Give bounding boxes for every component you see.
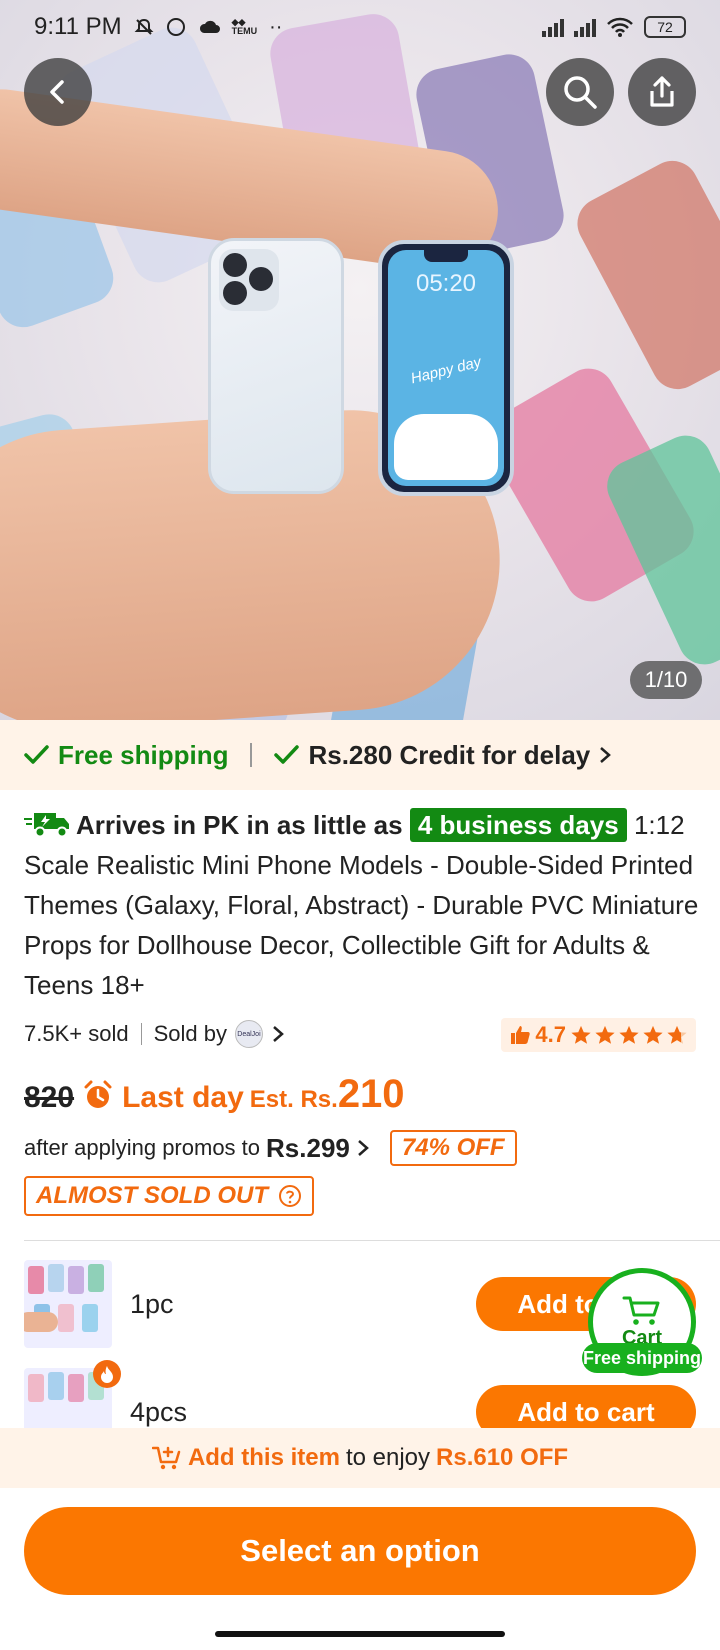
mute-bell-icon [134, 18, 154, 35]
divider [140, 1023, 142, 1045]
status-time: 9:11 PM [34, 13, 122, 40]
arrives-text: Arrives in PK in as little as [76, 810, 403, 840]
estimated-price: 210 [337, 1072, 405, 1116]
delay-credit-link[interactable]: Rs.280 Credit for delay [274, 740, 612, 771]
hot-badge [93, 1360, 121, 1388]
background-decor [568, 151, 720, 399]
bundle-offer-banner[interactable]: Add this item to enjoy Rs.610 OFF [0, 1428, 720, 1488]
bundle-middle-text: to enjoy [345, 1444, 431, 1471]
image-counter: 1/10 [630, 661, 702, 699]
price-row: 820 Last day Est. Rs. 210 [24, 1072, 405, 1117]
mini-phone-front: 05:20 Happy day [378, 240, 514, 496]
sold-count: 7.5K+ sold [24, 1021, 129, 1046]
thumbs-up-icon [511, 1026, 531, 1044]
cart-icon [622, 1296, 660, 1325]
sold-by-label: Sold by [153, 1021, 227, 1046]
estimated-price-prefix: Est. Rs. [249, 1086, 338, 1113]
temu-icon: ◆◆ TEMU [231, 17, 258, 36]
check-icon [24, 745, 49, 764]
delivery-days-badge: 4 business days [409, 808, 627, 842]
mini-phone-back [208, 238, 344, 494]
more-dots-icon: ·· [269, 15, 283, 38]
product-page: 05:20 Happy day 9:11 PM ◆◆ TEMU ·· 72 1/… [0, 0, 720, 1650]
search-button[interactable] [546, 58, 614, 126]
whatsapp-icon [166, 18, 185, 36]
select-option-button[interactable]: Select an option [24, 1507, 696, 1595]
last-day-label: Last day [122, 1081, 244, 1114]
bundle-savings: Rs.610 OFF [436, 1444, 569, 1471]
chevron-right-icon [358, 1140, 369, 1156]
help-circle-icon [278, 1185, 301, 1207]
check-icon [274, 745, 300, 764]
seller-logo-text: DealJoi [237, 1030, 261, 1038]
sales-meta: 7.5K+ sold Sold by DealJoi [24, 1020, 287, 1048]
chevron-right-icon [600, 747, 612, 763]
shipping-info-bar[interactable]: Free shipping Rs.280 Credit for delay [0, 720, 720, 790]
star-icon [595, 1025, 615, 1044]
after-promo-text: after applying promos to [24, 1135, 261, 1160]
share-button[interactable] [628, 58, 696, 126]
truck-icon [24, 813, 69, 838]
cloud-icon [199, 20, 220, 33]
fire-icon [101, 1366, 113, 1383]
promo-price: Rs.299 [266, 1132, 350, 1163]
search-icon [564, 76, 597, 109]
free-shipping-label: Free shipping [24, 740, 228, 771]
option-label: 4pcs [130, 1396, 188, 1427]
signal-icon [542, 17, 564, 37]
alarm-clock-icon [84, 1080, 112, 1108]
original-price: 820 [24, 1081, 75, 1114]
star-icon [667, 1025, 687, 1044]
product-title: Arrives in PK in as little as 4 business… [24, 805, 704, 1005]
wifi-icon [607, 17, 633, 37]
signal-icon [574, 17, 596, 37]
star-icon [571, 1025, 591, 1044]
battery-level: 72 [657, 19, 673, 35]
delay-credit-text: Rs.280 Credit for delay [308, 739, 591, 770]
rating-badge[interactable]: 4.7 [501, 1018, 696, 1052]
chevron-right-icon[interactable] [269, 1023, 287, 1045]
back-arrow-icon [50, 80, 64, 104]
seller-logo[interactable]: DealJoi [234, 1020, 263, 1048]
cloud-illustration [394, 414, 498, 480]
home-indicator [215, 1631, 505, 1637]
rating-value: 4.7 [535, 1022, 566, 1047]
star-icon [619, 1025, 639, 1044]
cart-free-shipping-badge: Free shipping [582, 1343, 702, 1373]
star-icon [643, 1025, 663, 1044]
section-divider [24, 1240, 720, 1241]
option-label: 1pc [130, 1288, 174, 1319]
share-icon [650, 76, 674, 107]
discount-badge: 74% OFF [389, 1130, 517, 1166]
promo-row[interactable]: after applying promos to Rs.299 74% OFF [24, 1130, 517, 1166]
cart-plus-icon [151, 1446, 181, 1470]
option-thumbnail[interactable] [24, 1260, 112, 1348]
almost-sold-out-badge[interactable]: ALMOST SOLD OUT [24, 1176, 314, 1216]
back-button[interactable] [24, 58, 92, 126]
mini-phone-time: 05:20 [415, 270, 477, 297]
free-shipping-text: Free shipping [58, 739, 229, 770]
divider [250, 743, 253, 767]
star-rating [570, 1024, 688, 1046]
product-image-carousel[interactable]: 05:20 Happy day 9:11 PM ◆◆ TEMU ·· 72 1/… [0, 0, 720, 720]
bundle-add-text: Add this item [187, 1444, 340, 1471]
status-bar: 9:11 PM ◆◆ TEMU ·· 72 [0, 0, 720, 54]
almost-sold-out-text: ALMOST SOLD OUT [36, 1182, 268, 1209]
battery-icon: 72 [644, 16, 686, 38]
